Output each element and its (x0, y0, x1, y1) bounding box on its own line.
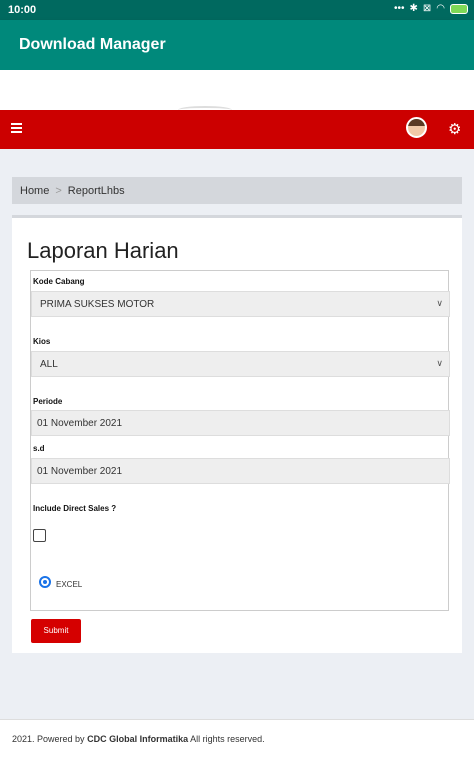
excel-radio[interactable] (39, 576, 51, 588)
breadcrumb: Home > ReportLhbs (12, 177, 462, 204)
status-icons: ••• ✱ ⊠ ◠ (394, 3, 468, 14)
app-bar: Download Manager (0, 20, 474, 70)
bluetooth-icon: ✱ (409, 3, 418, 14)
kios-label: Kios (33, 337, 51, 346)
periode-start-value: 01 November 2021 (37, 418, 123, 429)
status-time: 10:00 (8, 4, 37, 16)
direct-sales-checkbox[interactable] (33, 529, 46, 542)
report-card: Laporan Harian Kode Cabang PRIMA SUKSES … (12, 215, 462, 653)
avatar[interactable] (406, 117, 427, 138)
footer-suffix: All rights reserved. (190, 734, 265, 744)
content-area: Home > ReportLhbs Laporan Harian Kode Caba… (0, 149, 474, 719)
breadcrumb-current: ReportLhbs (67, 185, 125, 197)
logo-strip (0, 70, 474, 110)
footer-company: CDC Global Informatika (87, 734, 189, 744)
settings-gear-icon[interactable]: ⚙ (448, 120, 461, 138)
kios-value: ALL (40, 359, 58, 370)
app-title: Download Manager (19, 36, 166, 53)
top-nav: ⚙ (0, 110, 474, 149)
page-title: Laporan Harian (27, 238, 179, 263)
x-box-icon: ⊠ (422, 3, 432, 14)
kode-cabang-value: PRIMA SUKSES MOTOR (40, 299, 155, 310)
direct-sales-label: Include Direct Sales ? (33, 504, 117, 513)
report-form: Kode Cabang PRIMA SUKSES MOTOR ∨ Kios AL… (30, 270, 450, 611)
submit-button[interactable]: Submit (31, 619, 81, 643)
menu-icon[interactable] (11, 123, 22, 133)
periode-end-field[interactable]: 01 November 2021 (31, 458, 450, 484)
kode-cabang-select[interactable]: PRIMA SUKSES MOTOR ∨ (31, 291, 450, 317)
kode-cabang-label: Kode Cabang (33, 277, 85, 286)
sd-label: s.d (33, 444, 45, 453)
chevron-down-icon: ∨ (436, 358, 443, 368)
breadcrumb-separator: > (55, 185, 62, 197)
breadcrumb-home[interactable]: Home (20, 185, 49, 197)
battery-icon (450, 3, 468, 14)
status-bar: 10:00 ••• ✱ ⊠ ◠ (0, 0, 474, 20)
kios-select[interactable]: ALL ∨ (31, 351, 450, 377)
footer-prefix: 2021. Powered by (12, 734, 85, 744)
wifi-icon: ◠ (436, 3, 445, 14)
periode-end-value: 01 November 2021 (37, 466, 123, 477)
periode-label: Periode (33, 397, 63, 406)
chevron-down-icon: ∨ (436, 298, 443, 308)
periode-start-field[interactable]: 01 November 2021 (31, 410, 450, 436)
more-icon: ••• (393, 3, 405, 14)
excel-radio-label: EXCEL (56, 580, 83, 589)
footer: 2021. Powered by CDC Global Informatika … (0, 719, 474, 758)
